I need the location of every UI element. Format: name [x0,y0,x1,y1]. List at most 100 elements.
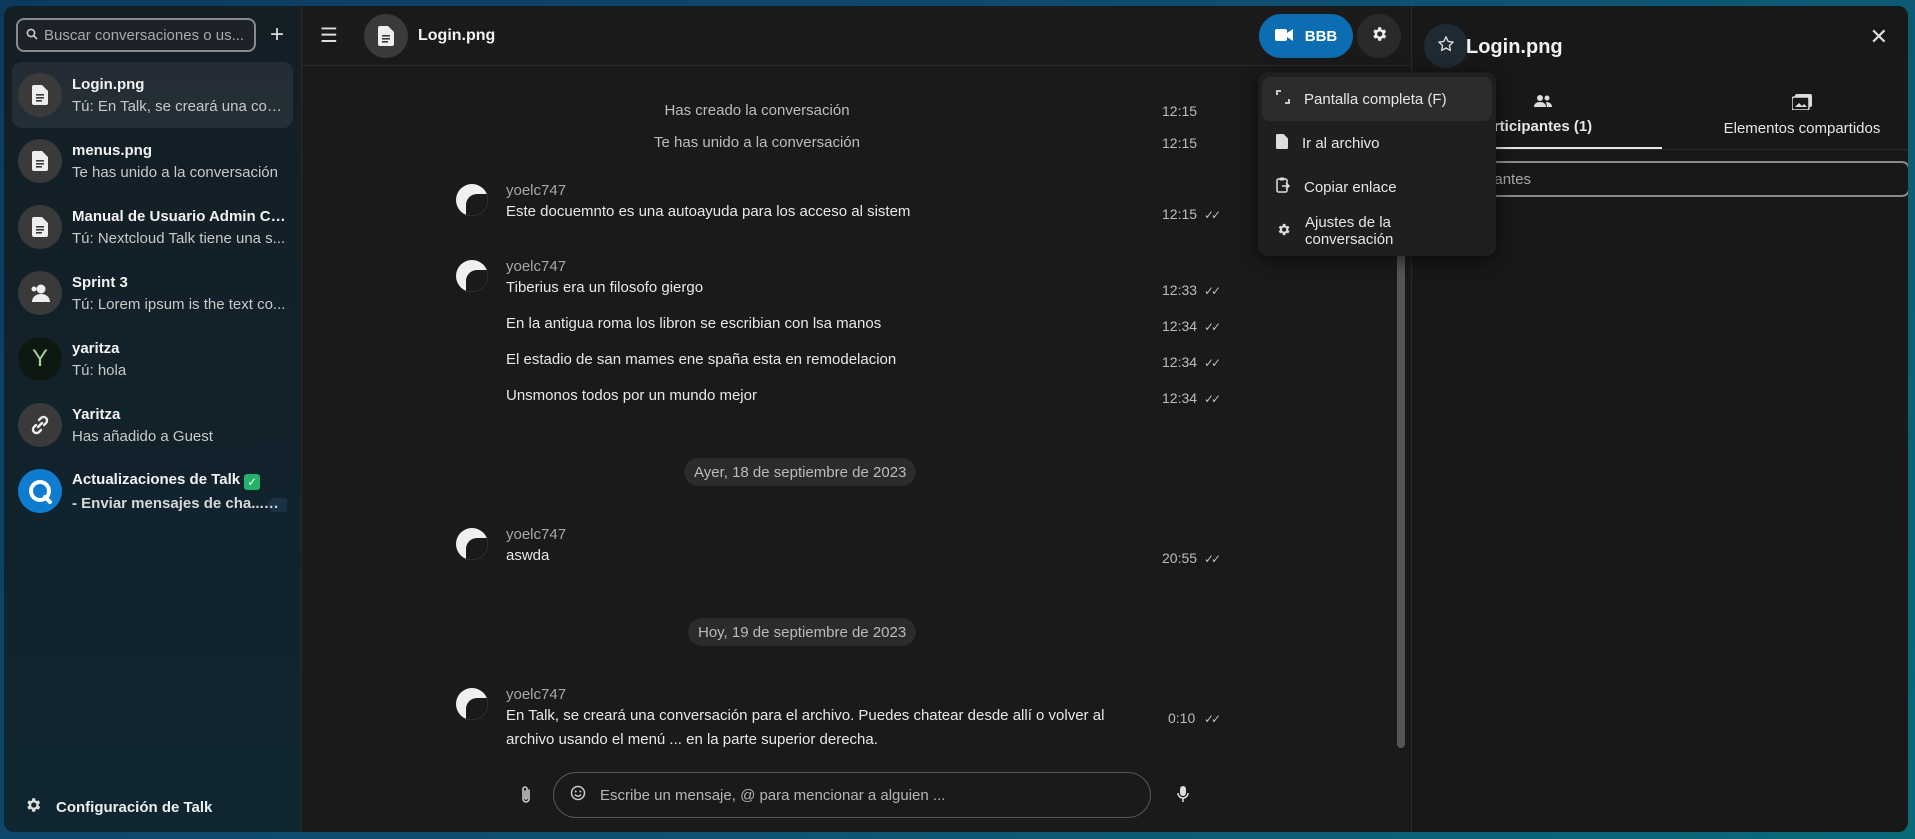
menu-item-label: Pantalla completa (F) [1304,90,1447,108]
message-time: 20:55 [1162,550,1198,566]
paperclip-icon[interactable] [520,786,532,808]
talk-settings-button[interactable]: Configuración de Talk [24,796,212,818]
message-text: En Talk, se creará una conversación para… [506,707,1105,724]
conversation-item[interactable]: Actualizaciones de Talk ✓ - Enviar mensaj… [12,458,293,524]
conversation-settings-menu: Pantalla completa (F) Ir al archivo Copi… [1258,72,1496,256]
system-message: Te has unido a la conversación [654,134,860,151]
message-author: yoelc747 [506,182,567,199]
talk-logo-icon [18,469,62,513]
new-conversation-button[interactable]: + [270,23,284,47]
read-status-icon: ✓✓ [1204,284,1221,298]
conversation-item[interactable]: Manual de Usuario Admin Co... Tú: Nextcl… [12,194,293,260]
file-icon [18,139,62,183]
menu-item-label: Ajustes de la conversación [1305,214,1394,248]
date-separator: Hoy, 19 de septiembre de 2023 [688,618,917,646]
participant-filter-box[interactable] [1432,161,1908,197]
message-time: 12:15 [1162,206,1198,222]
search-box[interactable] [16,18,256,52]
conversation-item[interactable]: Sprint 3 Tú: Lorem ipsum is the text co.… [12,260,293,326]
talk-settings-label: Configuración de Talk [56,798,213,816]
message-text: aswda [506,547,550,564]
date-separator: Ayer, 18 de septiembre de 2023 [684,458,917,486]
conversation-settings-button[interactable] [1357,14,1401,58]
tab-participants[interactable]: rticipantes (1) [1478,94,1608,135]
search-icon [26,27,38,44]
message-composer [302,772,1411,820]
message-time: 12:34 [1162,354,1198,370]
menu-item-label: Ir al archivo [1302,134,1380,152]
emoji-icon[interactable] [570,785,586,805]
conversation-list: Login.png Tú: En Talk, se creará una con… [4,62,301,524]
fullscreen-icon [1276,90,1290,108]
conversation-name-text: Actualizaciones de Talk [72,470,241,488]
tab-shared-label: Elementos compartidos [1723,120,1881,137]
message-time: 0:10 [1168,710,1196,726]
verified-check-icon: ✓ [244,473,261,490]
file-icon [18,73,62,117]
conversation-last-message: Tú: Nextcloud Talk tiene una s... [72,229,286,247]
video-camera-icon [1274,28,1293,45]
people-icon [1478,94,1608,112]
conversation-last-message: Tú: hola [72,361,127,379]
image-gallery-icon [1702,94,1902,114]
read-status-icon: ✓✓ [1204,320,1221,334]
menu-item-go-to-file[interactable]: Ir al archivo [1262,121,1492,165]
search-input[interactable] [44,26,244,44]
message-time: 12:34 [1162,390,1198,406]
group-icon [18,271,62,315]
avatar[interactable] [456,688,488,720]
tab-participants-label: rticipantes (1) [1493,118,1593,135]
close-icon[interactable]: ✕ [1870,24,1888,50]
message-text: En la antigua roma los libron se escribi… [506,315,882,332]
panel-title: Login.png [1466,36,1563,58]
message-time: 12:33 [1162,282,1198,298]
read-status-icon: ✓✓ [1204,392,1221,406]
message-list: Has creado la conversación 12:15 Te has … [302,66,1411,752]
menu-item-conversation-settings[interactable]: Ajustes de la conversación [1262,209,1492,253]
message-text: archivo usando el menú ... en la parte s… [506,731,878,748]
conversation-last-text: - Enviar mensajes de cha... [72,494,264,512]
file-icon [18,205,62,249]
avatar[interactable] [456,184,488,216]
conversation-last-message: Tú: Lorem ipsum is the text co... [72,295,286,313]
conversation-name: yaritza [72,339,120,357]
search-row: + [4,6,301,52]
gear-icon [1370,25,1388,47]
avatar[interactable] [456,528,488,560]
message-text: Este docuemnto es una autoayuda para los… [506,203,911,220]
conversation-name: Actualizaciones de Talk ✓ [72,471,287,490]
conversation-name: Sprint 3 [72,273,128,291]
clipboard-icon [1276,177,1291,197]
chat-scrollbar[interactable] [1397,242,1405,748]
tab-shared-items[interactable]: Elementos compartidos [1702,94,1902,137]
avatar[interactable] [456,260,488,292]
message-time: 12:15 [1162,135,1198,151]
conversation-last-message: - Enviar mensajes de cha... 43 [72,495,287,512]
favorite-button[interactable] [1424,24,1468,68]
message-text: Unsmonos todos por un mundo mejor [506,387,757,404]
chat-main: ☰ Login.png BBB Has creado la conversaci… [302,6,1411,832]
microphone-icon[interactable] [1177,785,1189,807]
message-text: Tiberius era un filosofo giergo [506,279,704,296]
message-time: 12:34 [1162,318,1198,334]
conversation-item[interactable]: Yaritza Has añadido a Guest [12,392,293,458]
menu-item-fullscreen[interactable]: Pantalla completa (F) [1262,77,1492,121]
menu-item-copy-link[interactable]: Copiar enlace [1262,165,1492,209]
conversation-item[interactable]: Login.png Tú: En Talk, se creará una con… [12,62,293,128]
participant-filter-input[interactable] [1446,170,1886,188]
conversation-item[interactable]: Y yaritza Tú: hola [12,326,293,392]
message-input-box[interactable] [553,772,1151,818]
message-author: yoelc747 [506,258,567,275]
conversation-last-message: Tú: En Talk, se creará una conv... [72,97,287,115]
chat-topbar: ☰ Login.png BBB [302,6,1411,66]
talk-app: + Login.png Tú: En Talk, se creará una c… [4,6,1908,832]
conversation-item[interactable]: menus.png Te has unido a la conversación [12,128,293,194]
call-label: BBB [1304,27,1338,45]
hamburger-menu-icon[interactable]: ☰ [320,23,342,48]
conversation-last-message: Te has unido a la conversación [72,163,278,181]
gear-icon [24,796,42,818]
message-input[interactable] [600,786,1120,804]
link-icon [18,403,62,447]
read-status-icon: ✓✓ [1204,712,1221,726]
start-call-button[interactable]: BBB [1259,14,1353,58]
